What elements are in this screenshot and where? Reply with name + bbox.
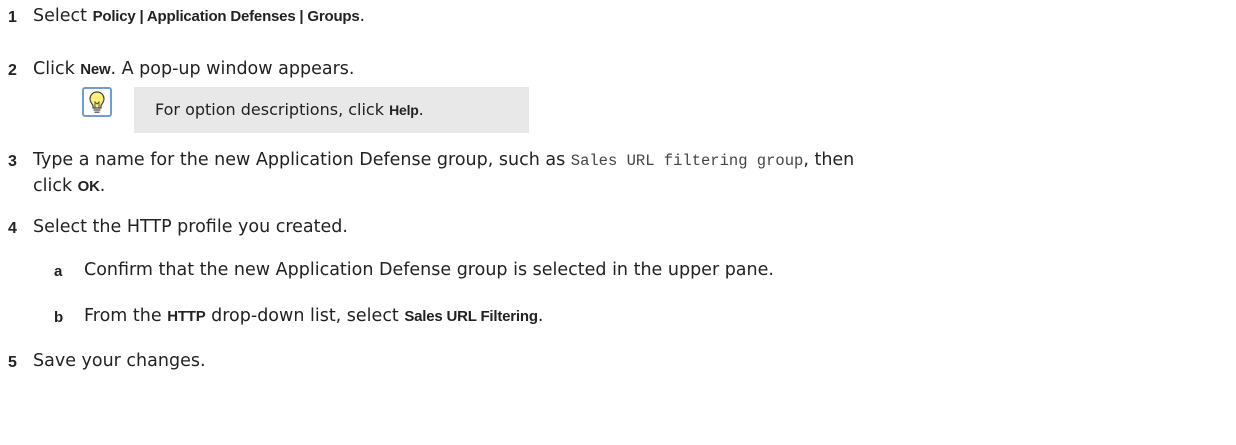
- ui-term: Help: [389, 102, 419, 118]
- punctuation: .: [537, 306, 544, 326]
- substep-letter: a: [54, 263, 63, 280]
- punctuation: .: [99, 176, 106, 196]
- step-text: Type a name for the new Application Defe…: [33, 150, 571, 170]
- step-text: drop-down list, select: [205, 306, 405, 326]
- step-1-text: Select Policy | Application Defenses | G…: [33, 6, 365, 26]
- substep-a-text: Confirm that the new Application Defense…: [84, 260, 774, 280]
- punctuation: .: [418, 100, 424, 119]
- step-3-text: Type a name for the new Application Defe…: [33, 150, 854, 170]
- step-2-text: Click New. A pop-up window appears.: [33, 59, 354, 79]
- step-number: 2: [8, 62, 17, 79]
- step-text: Select: [33, 6, 93, 26]
- ui-term: New: [80, 61, 111, 78]
- menu-path: Policy | Application Defenses | Groups: [92, 8, 360, 25]
- document-page: { "steps": [ {"num": "1", "a": "Select "…: [0, 0, 1236, 445]
- example-name: Sales URL filtering group: [570, 152, 804, 170]
- step-text: click: [33, 176, 78, 196]
- step-number: 1: [8, 9, 17, 26]
- step-text: . A pop-up window appears.: [110, 59, 355, 79]
- step-4-text: Select the HTTP profile you created.: [33, 217, 348, 237]
- tip-text-body: For option descriptions, click: [155, 100, 390, 119]
- step-number: 5: [8, 354, 17, 371]
- step-text: Click: [33, 59, 81, 79]
- punctuation: .: [359, 6, 366, 26]
- step-number: 4: [8, 220, 17, 237]
- step-5-text: Save your changes.: [33, 351, 206, 371]
- substep-b-text: From the HTTP drop-down list, select Sal…: [84, 306, 543, 326]
- step-text: , then: [803, 150, 855, 170]
- step-text: From the: [84, 306, 168, 326]
- step-3-text-line2: click OK.: [33, 176, 105, 196]
- tip-text: For option descriptions, click Help.: [155, 100, 424, 119]
- step-number: 3: [8, 153, 17, 170]
- substep-letter: b: [54, 309, 64, 326]
- ui-term: OK: [77, 178, 100, 195]
- lightbulb-icon: [82, 87, 112, 117]
- ui-term: Sales URL Filtering: [404, 308, 538, 325]
- ui-term: HTTP: [167, 308, 206, 325]
